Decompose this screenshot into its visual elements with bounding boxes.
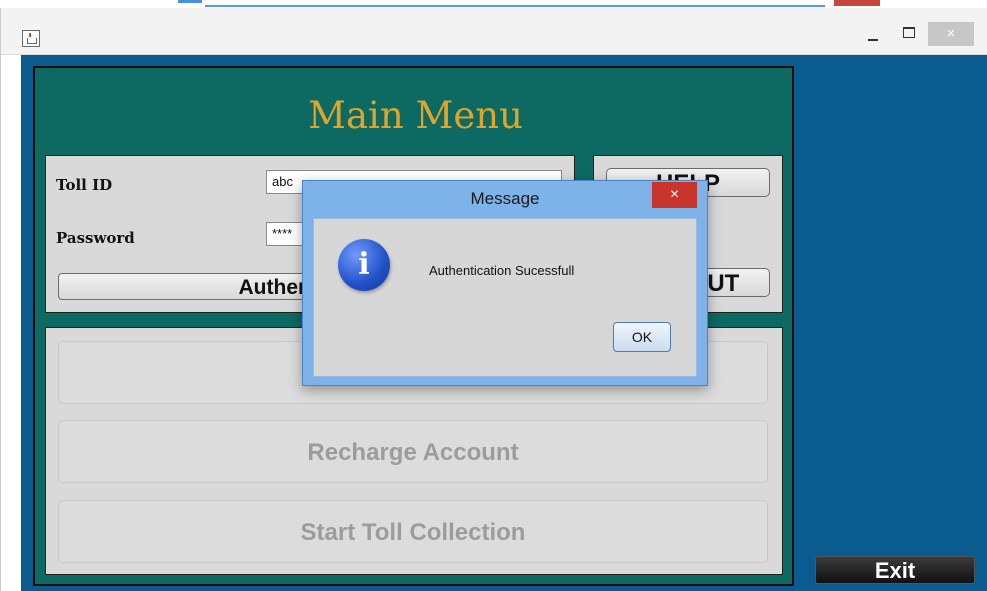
java-cup-icon (27, 38, 37, 44)
ok-button[interactable]: OK (613, 322, 671, 352)
window-top-strip (0, 0, 987, 8)
main-menu-title: Main Menu (308, 94, 523, 137)
taskbar-accent (834, 0, 880, 6)
recharge-account-button[interactable]: Recharge Account (58, 420, 768, 483)
start-toll-collection-button[interactable]: Start Toll Collection (58, 500, 768, 563)
exit-button[interactable]: Exit (815, 556, 975, 584)
message-dialog: Message × i Authentication Sucessfull OK (302, 180, 708, 386)
password-label: Password (56, 229, 135, 247)
dialog-body: i Authentication Sucessfull OK (313, 218, 697, 377)
toll-id-label: Toll ID (56, 176, 113, 194)
dialog-title: Message (470, 189, 540, 208)
minimize-button[interactable] (862, 22, 884, 46)
java-steam-icon (29, 33, 31, 37)
window-close-button[interactable]: × (928, 22, 974, 46)
window-left-border (0, 8, 1, 591)
java-app-icon (22, 30, 40, 47)
dialog-close-button[interactable]: × (652, 182, 697, 208)
information-icon: i (338, 239, 390, 291)
taskbar-accent (205, 5, 825, 7)
dialog-message: Authentication Sucessfull (429, 263, 575, 278)
window-titlebar[interactable]: × (0, 8, 987, 55)
taskbar-accent (178, 0, 202, 3)
maximize-button[interactable] (898, 22, 920, 46)
